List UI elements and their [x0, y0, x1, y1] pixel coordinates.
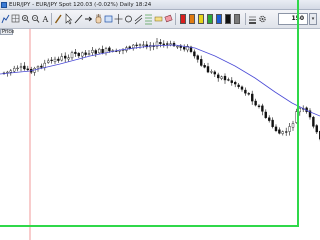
candle-body	[285, 131, 288, 133]
candle-body	[94, 50, 98, 54]
candle-body	[135, 44, 138, 46]
candle-body	[312, 116, 315, 127]
candle-body	[244, 89, 247, 94]
candle-body	[53, 58, 57, 62]
highlight-frame	[0, 0, 299, 227]
candle-body	[250, 93, 254, 102]
candle-body	[288, 126, 291, 132]
candle-body	[227, 79, 230, 81]
candle-body	[240, 86, 244, 90]
candle-body	[84, 52, 87, 55]
candle-body	[203, 65, 206, 68]
candle-body	[19, 66, 23, 68]
price-chart	[0, 0, 320, 240]
candle-body	[101, 49, 104, 54]
candle-body	[271, 119, 274, 127]
candle-body	[131, 44, 135, 48]
candle-body	[57, 58, 60, 61]
candle-body	[97, 48, 101, 54]
candle-body	[237, 84, 240, 87]
candle-body	[36, 66, 40, 69]
candle-body	[182, 46, 186, 50]
candle-body	[199, 59, 203, 66]
candle-body	[220, 76, 223, 79]
candle-body	[108, 47, 111, 52]
candle-body	[169, 43, 172, 45]
candle-body	[264, 111, 267, 118]
candle-body	[257, 105, 261, 107]
candle-body	[47, 60, 50, 63]
candle-body	[91, 49, 94, 53]
candle-body	[206, 66, 210, 73]
candle-body	[87, 53, 91, 55]
candle-body	[121, 49, 125, 51]
candle-body	[142, 44, 145, 46]
candle-body	[159, 42, 162, 45]
candle-body	[172, 42, 176, 47]
candle-body	[261, 105, 264, 112]
candle-body	[210, 71, 213, 73]
candle-body	[176, 46, 179, 48]
candle-body	[43, 62, 46, 68]
candle-body	[16, 67, 19, 70]
candle-body	[74, 51, 77, 54]
candle-body	[254, 100, 257, 106]
candle-body	[281, 131, 284, 134]
candle-body	[216, 74, 220, 79]
candle-body	[291, 123, 295, 128]
candle-body	[165, 43, 169, 45]
candle-body	[70, 52, 74, 59]
candle-body	[268, 117, 271, 121]
candle-body	[50, 59, 53, 61]
candle-body	[315, 125, 318, 133]
candle-body	[230, 80, 234, 83]
candle-body	[26, 68, 29, 71]
candle-body	[63, 55, 67, 59]
candle-body	[23, 65, 26, 70]
candle-body	[247, 93, 251, 95]
candle-body	[278, 129, 281, 134]
candle-body	[162, 43, 166, 45]
candle-body	[40, 65, 43, 68]
candle-body	[196, 55, 200, 60]
candle-body	[193, 51, 196, 57]
axis-tag[interactable]: Price	[0, 29, 14, 35]
moving-average-line	[0, 44, 320, 117]
candle-body	[298, 108, 301, 113]
candle-body	[12, 68, 16, 72]
candle-body	[213, 71, 217, 75]
candle-body	[138, 44, 142, 46]
candle-body	[9, 70, 13, 73]
candle-body	[128, 46, 132, 49]
candle-body	[274, 126, 278, 132]
candle-body	[223, 75, 227, 81]
candle-body	[80, 52, 84, 57]
candle-body	[67, 57, 70, 60]
candle-body	[77, 52, 81, 57]
candle-body	[233, 81, 237, 85]
candle-body	[60, 56, 63, 61]
